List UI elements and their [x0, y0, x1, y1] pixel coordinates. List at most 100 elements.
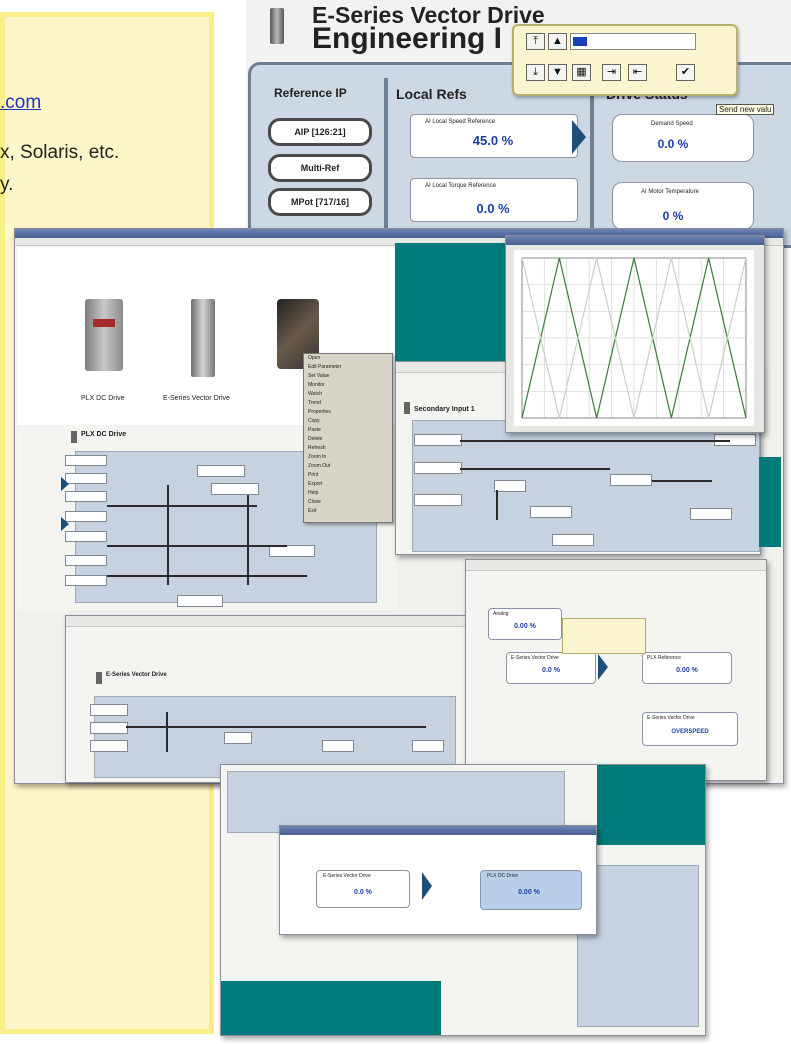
diagram-arrow-icon — [61, 517, 69, 531]
panel-label: E-Series Vector Drive — [511, 655, 559, 661]
menu-item[interactable]: Edit Parameter — [304, 363, 392, 372]
menu-item[interactable]: Set Value — [304, 372, 392, 381]
wire — [652, 480, 712, 482]
diagram-block[interactable] — [197, 465, 245, 477]
diagram-block[interactable] — [65, 555, 107, 566]
diagram-block[interactable] — [552, 534, 594, 546]
local-ref-box: AI Local Torque Reference 0.0 % — [410, 178, 578, 222]
menu-item[interactable]: Zoom In — [304, 453, 392, 462]
toolbar — [466, 560, 766, 571]
diagram-block[interactable] — [65, 531, 107, 542]
context-menu: Open Edit Parameter Set Value Monitor Watch T… — [303, 353, 393, 523]
panel-label: E-Series Vector Drive — [647, 715, 695, 721]
teal-panel — [759, 457, 781, 547]
ref-button[interactable]: AIP [126:21] — [268, 118, 372, 146]
send-arrow-icon[interactable] — [422, 872, 432, 900]
menu-item[interactable]: Monitor — [304, 381, 392, 390]
status-label: AI Motor Temperature — [641, 189, 699, 195]
menu-list: Open Edit Parameter Set Value Monitor Watch T… — [304, 354, 392, 516]
diagram-block[interactable] — [494, 480, 526, 492]
bottom-icon[interactable]: ⤓ — [526, 64, 545, 81]
tooltip: Send new valu — [716, 104, 775, 115]
ref-button[interactable]: Multi-Ref — [268, 154, 372, 182]
compare-panel: PLX DC Drive 0.00 % — [480, 870, 582, 910]
menu-item[interactable]: Help — [304, 489, 392, 498]
diagram-block[interactable] — [414, 462, 462, 474]
plx-drive-image[interactable] — [85, 299, 123, 371]
diagram-block[interactable] — [65, 511, 107, 522]
menu-item[interactable]: Copy — [304, 417, 392, 426]
local-ref-box: AI Local Speed Reference 45.0 % — [410, 114, 578, 158]
menu-item[interactable]: Delete — [304, 435, 392, 444]
panel-label: Analog — [493, 611, 509, 617]
menu-item[interactable]: Open — [304, 354, 392, 363]
eseries-drive-image[interactable] — [191, 299, 215, 377]
note-link[interactable]: .com — [0, 92, 41, 114]
engineering-window: E-Series Vector Drive Engineering I Refe… — [246, 0, 791, 248]
diagram-block[interactable] — [177, 595, 223, 607]
menu-item[interactable]: Trend — [304, 399, 392, 408]
window-title: E-Series Vector Drive — [106, 672, 167, 678]
diagram-block[interactable] — [690, 508, 732, 520]
monitor-panel: Analog 0.00 % — [488, 608, 562, 640]
diagram-block[interactable] — [610, 474, 652, 486]
menu-item[interactable]: Print — [304, 471, 392, 480]
wire — [247, 495, 249, 585]
diagram-block[interactable] — [414, 434, 462, 446]
value-input[interactable] — [570, 33, 696, 50]
panel-label: E-Series Vector Drive — [323, 873, 371, 879]
send-check-icon[interactable]: ✔ — [676, 64, 695, 81]
window-subtitle: Engineering I — [312, 22, 503, 55]
diagram-block[interactable] — [412, 740, 444, 752]
menu-item[interactable]: Close — [304, 498, 392, 507]
diagram-block[interactable] — [65, 473, 107, 484]
menu-item[interactable]: Paste — [304, 426, 392, 435]
panel-value: OVERSPEED — [671, 729, 709, 735]
note-text-line: y. — [0, 174, 14, 195]
wire — [126, 726, 426, 728]
wire — [460, 468, 610, 470]
wire — [496, 490, 498, 520]
wire — [107, 575, 307, 577]
diagram-block[interactable] — [211, 483, 259, 495]
main-window: PLX DC Drive E-Series Vector Drive PLX D… — [14, 228, 784, 784]
diagram-block[interactable] — [90, 704, 128, 716]
diagram-block[interactable] — [65, 575, 107, 586]
diagram-block[interactable] — [530, 506, 572, 518]
divider — [384, 78, 388, 238]
diagram-block[interactable] — [414, 494, 462, 506]
keypad-icon[interactable]: ▦ — [572, 64, 591, 81]
diagram-block[interactable] — [65, 491, 107, 502]
step-right-icon[interactable]: ⇥ — [602, 64, 621, 81]
drive-icon — [404, 402, 410, 414]
step-back-icon[interactable]: ⇤ — [628, 64, 647, 81]
local-ref-value: 0.0 % — [476, 201, 510, 216]
wire — [460, 440, 730, 442]
diagram-block[interactable] — [90, 722, 128, 734]
compare-panel: E-Series Vector Drive 0.0 % — [316, 870, 410, 908]
diagram-block[interactable] — [65, 455, 107, 466]
monitor-panel: PLX Reference 0.00 % — [642, 652, 732, 684]
down-icon[interactable]: ▼ — [548, 64, 567, 81]
divider — [590, 78, 594, 238]
menu-item[interactable]: Refresh — [304, 444, 392, 453]
ref-button[interactable]: MPot [717/16] — [268, 188, 372, 216]
menu-item[interactable]: Watch — [304, 390, 392, 399]
menu-item[interactable]: Properties — [304, 408, 392, 417]
diagram-block[interactable] — [322, 740, 354, 752]
menu-item[interactable]: Exit — [304, 507, 392, 516]
diagram-block[interactable] — [224, 732, 252, 744]
up-icon[interactable]: ▲ — [548, 33, 567, 50]
diagram-canvas — [227, 771, 565, 833]
diagram-arrow-icon — [61, 477, 69, 491]
top-icon[interactable]: ⤒ — [526, 33, 545, 50]
diagram-block[interactable] — [90, 740, 128, 752]
mini-toolbar — [562, 618, 646, 654]
status-box: Demand Speed 0.0 % — [612, 114, 754, 162]
send-arrow-icon[interactable] — [572, 120, 586, 154]
teal-panel — [597, 765, 705, 845]
menu-item[interactable]: Zoom Out — [304, 462, 392, 471]
menu-item[interactable]: Export — [304, 480, 392, 489]
drive-icon — [96, 672, 102, 684]
send-arrow-icon[interactable] — [598, 654, 608, 680]
